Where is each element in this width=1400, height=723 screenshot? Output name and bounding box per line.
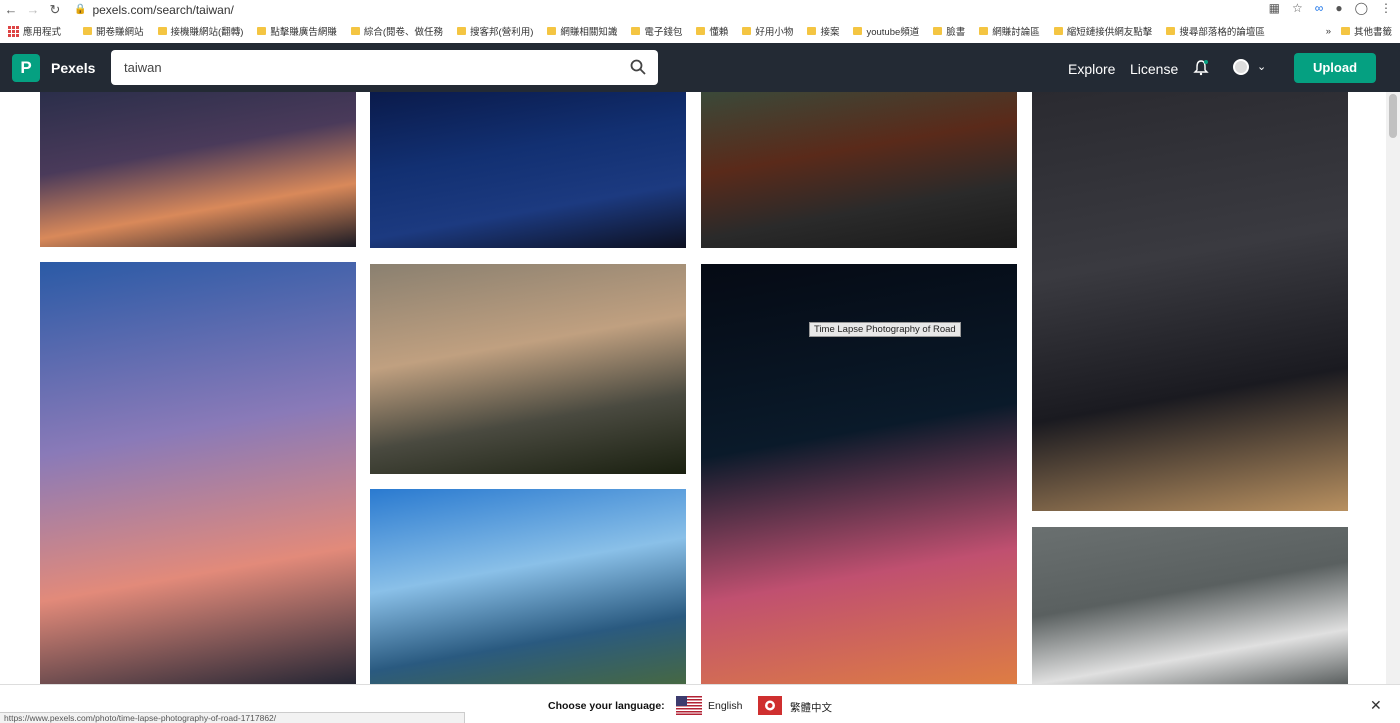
photo-tooltip: Time Lapse Photography of Road (809, 322, 961, 337)
bookmark-folder[interactable]: 綜合(閱卷、做任務 (350, 24, 443, 38)
search-box[interactable]: taiwan (111, 50, 658, 85)
photo-gallery: Time Lapse Photography of Road (0, 92, 1386, 684)
bookmarks-overflow-icon[interactable]: » (1326, 26, 1331, 37)
photo-crosswalk-pedestrians[interactable] (1032, 527, 1348, 684)
photo-jiufen-teahouse[interactable] (701, 92, 1017, 248)
folder-icon (933, 27, 943, 35)
language-chinese[interactable]: 繁體中文 (790, 700, 832, 715)
brand-name[interactable]: Pexels (51, 60, 95, 76)
folder-icon (1340, 27, 1350, 35)
photo-hazy-sunset-city[interactable] (370, 264, 686, 474)
bookmark-folder[interactable]: 搜尋部落格的論壇區 (1166, 24, 1265, 38)
bookmark-folder[interactable]: 搜客邦(營利用) (457, 24, 533, 38)
folder-icon (457, 27, 467, 35)
folder-icon (350, 27, 360, 35)
bookmark-folder[interactable]: 好用小物 (742, 24, 793, 38)
hk-flag-icon[interactable] (758, 696, 782, 715)
bookmark-folder[interactable]: 點擊賺廣告網賺 (257, 24, 337, 38)
avatar[interactable] (1233, 59, 1249, 75)
photo-street-food-stall[interactable] (1032, 92, 1348, 511)
forward-arrow-icon[interactable]: → (22, 2, 44, 17)
bookmark-folder[interactable]: 縮短鏈接供網友點擊 (1053, 24, 1152, 38)
account-icon[interactable]: ◯ (1355, 1, 1368, 15)
scrollbar-thumb[interactable] (1389, 94, 1397, 138)
apps-grid-icon[interactable] (8, 25, 19, 37)
back-arrow-icon[interactable]: ← (0, 2, 22, 17)
bookmark-other[interactable]: 其他書籤 (1340, 24, 1392, 38)
bookmark-folder[interactable]: youtube頻道 (853, 24, 919, 38)
explore-link[interactable]: Explore (1068, 61, 1115, 77)
pexels-logo[interactable]: P (12, 54, 40, 82)
photo-taipei-101-night-blue[interactable] (370, 92, 686, 248)
photo-taipei-sunset-skyline[interactable] (40, 92, 356, 247)
folder-icon (257, 27, 267, 35)
folder-icon (696, 27, 706, 35)
language-english[interactable]: English (708, 700, 742, 712)
folder-icon (807, 27, 817, 35)
menu-dots-icon[interactable]: ⋮ (1380, 1, 1392, 15)
bookmark-apps[interactable]: 應用程式 (23, 24, 61, 38)
search-icon[interactable] (630, 59, 646, 75)
bookmark-folder[interactable]: 開卷賺網站 (83, 24, 144, 38)
bookmark-folder[interactable]: 網賺討論區 (979, 24, 1040, 38)
address-url[interactable]: pexels.com/search/taiwan/ (92, 3, 233, 17)
folder-icon (547, 27, 557, 35)
address-bar[interactable]: 🔒 pexels.com/search/taiwan/ (74, 3, 234, 17)
chevron-down-icon[interactable]: ⌄ (1257, 60, 1266, 73)
reload-icon[interactable]: ↻ (44, 2, 66, 18)
folder-icon (979, 27, 989, 35)
bookmarks-bar: 應用程式 開卷賺網站 接機賺網站(翻轉) 點擊賺廣告網賺 綜合(閱卷、做任務 搜… (0, 19, 1400, 43)
photo-mountain-blue-sky[interactable] (370, 489, 686, 684)
extension-icon[interactable]: ∞ (1315, 1, 1324, 15)
folder-icon (631, 27, 641, 35)
folder-icon (853, 27, 863, 35)
upload-button[interactable]: Upload (1294, 53, 1376, 83)
folder-icon (157, 27, 167, 35)
profile-circle-icon[interactable]: ● (1335, 1, 1342, 15)
bookmark-folder[interactable]: 接機賺網站(翻轉) (157, 24, 243, 38)
page-scrollbar[interactable] (1386, 92, 1400, 684)
star-icon[interactable]: ☆ (1292, 1, 1303, 15)
license-link[interactable]: License (1130, 61, 1178, 77)
bell-icon[interactable] (1193, 59, 1209, 76)
status-url: https://www.pexels.com/photo/time-lapse-… (0, 712, 465, 723)
photo-taipei-101-dusk[interactable] (40, 262, 356, 684)
bookmark-folder[interactable]: 接案 (807, 24, 839, 38)
us-flag-icon[interactable] (676, 696, 702, 715)
site-header: P Pexels taiwan Explore License ⌄ Upload (0, 43, 1400, 92)
browser-toolbar: ← → ↻ 🔒 pexels.com/search/taiwan/ ▦ ☆ ∞ … (0, 0, 1400, 19)
bookmark-folder[interactable]: 臉書 (933, 24, 965, 38)
folder-icon (1166, 27, 1176, 35)
close-icon[interactable]: ✕ (1370, 697, 1382, 714)
bookmark-folder[interactable]: 懂賴 (696, 24, 728, 38)
folder-icon (742, 27, 752, 35)
folder-icon (83, 27, 93, 35)
bookmark-folder[interactable]: 網賺相關知識 (547, 24, 617, 38)
language-label: Choose your language: (548, 700, 665, 712)
translate-icon[interactable]: ▦ (1269, 1, 1280, 15)
bookmark-folder[interactable]: 電子錢包 (631, 24, 682, 38)
search-input[interactable]: taiwan (124, 60, 162, 75)
lock-icon: 🔒 (74, 4, 87, 15)
folder-icon (1053, 27, 1063, 35)
